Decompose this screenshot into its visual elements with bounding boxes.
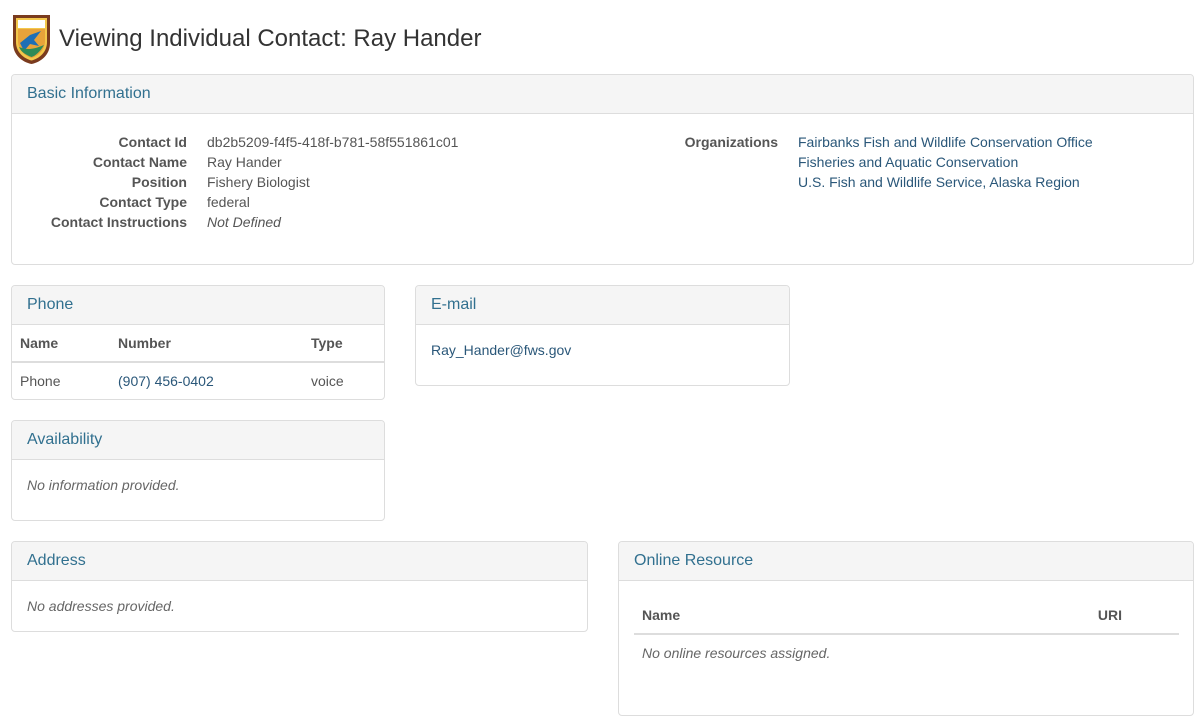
- position-row: Position Fishery Biologist: [12, 172, 458, 192]
- email-heading: E-mail: [416, 286, 789, 325]
- online-resource-empty-text: No online resources assigned.: [642, 645, 831, 661]
- organization-link-alaska-region[interactable]: U.S. Fish and Wildlife Service, Alaska R…: [798, 174, 1080, 190]
- contact-name-row: Contact Name Ray Hander: [12, 152, 458, 172]
- phone-type-cell: voice: [311, 373, 344, 389]
- organization-link-fairbanks[interactable]: Fairbanks Fish and Wildlife Conservation…: [798, 134, 1093, 150]
- organizations-list: Organizations Fairbanks Fish and Wildlife…: [612, 132, 1093, 192]
- basic-information-heading: Basic Information: [12, 75, 1193, 114]
- page-title: Viewing Individual Contact: Ray Hander: [59, 25, 482, 52]
- page-header: Viewing Individual Contact: Ray Hander: [10, 12, 481, 66]
- contact-type-value: federal: [207, 194, 250, 210]
- online-resource-table: Name URI No online resources assigned.: [634, 597, 1179, 671]
- organization-link-fisheries[interactable]: Fisheries and Aquatic Conservation: [798, 154, 1018, 170]
- contact-name-value: Ray Hander: [207, 154, 282, 170]
- contact-details-list: Contact Id db2b5209-f4f5-418f-b781-58f551…: [12, 132, 459, 232]
- email-body: Ray_Hander@fws.gov: [416, 325, 789, 358]
- phone-number-link[interactable]: (907) 456-0402: [118, 373, 214, 389]
- contact-instructions-row: Contact Instructions Not Defined: [12, 212, 458, 232]
- organization-row-1: Organizations Fairbanks Fish and Wildlife…: [612, 132, 1093, 152]
- address-heading: Address: [12, 542, 587, 581]
- contact-instructions-label: Contact Instructions: [50, 214, 187, 230]
- address-text: No addresses provided.: [27, 598, 175, 614]
- email-panel: E-mail Ray_Hander@fws.gov: [415, 285, 790, 386]
- online-resource-heading: Online Resource: [619, 542, 1193, 581]
- contact-id-row: Contact Id db2b5209-f4f5-418f-b781-58f551…: [12, 132, 459, 152]
- phone-table: Name Number Type Phone (907) 456-0402 vo…: [12, 325, 384, 399]
- position-label: Position: [131, 174, 187, 190]
- phone-name-cell: Phone: [20, 373, 61, 389]
- contact-type-row: Contact Type federal: [12, 192, 458, 212]
- contact-id-value: db2b5209-f4f5-418f-b781-58f551861c01: [207, 134, 459, 150]
- position-value: Fishery Biologist: [207, 174, 310, 190]
- contact-id-label: Contact Id: [118, 134, 187, 150]
- organization-row-2: Fisheries and Aquatic Conservation: [612, 152, 1093, 172]
- online-resource-empty-row: No online resources assigned.: [634, 634, 1179, 671]
- phone-row: Phone (907) 456-0402 voice: [12, 362, 384, 399]
- online-resource-col-uri: URI: [1097, 607, 1122, 623]
- basic-information-panel: Basic Information Contact Id db2b5209-f4f…: [11, 74, 1194, 265]
- contact-type-label: Contact Type: [99, 194, 187, 210]
- phone-heading: Phone: [12, 286, 384, 325]
- email-address-link[interactable]: Ray_Hander@fws.gov: [431, 342, 571, 358]
- organization-row-3: U.S. Fish and Wildlife Service, Alaska R…: [612, 172, 1093, 192]
- contact-instructions-value: Not Defined: [207, 214, 281, 230]
- availability-panel: Availability No information provided.: [11, 420, 385, 521]
- organizations-label: Organizations: [684, 134, 778, 150]
- availability-text: No information provided.: [27, 477, 180, 493]
- phone-panel: Phone Name Number Type Phone (907) 456-0…: [11, 285, 385, 400]
- availability-heading: Availability: [12, 421, 384, 460]
- phone-col-number: Number: [118, 335, 171, 351]
- online-resource-col-name: Name: [642, 607, 681, 623]
- address-panel: Address No addresses provided.: [11, 541, 588, 632]
- phone-col-name: Name: [20, 335, 59, 351]
- online-resource-panel: Online Resource Name URI No online resou…: [618, 541, 1194, 716]
- phone-col-type: Type: [311, 335, 343, 351]
- contact-name-label: Contact Name: [92, 154, 187, 170]
- usfws-shield-logo: [13, 15, 50, 64]
